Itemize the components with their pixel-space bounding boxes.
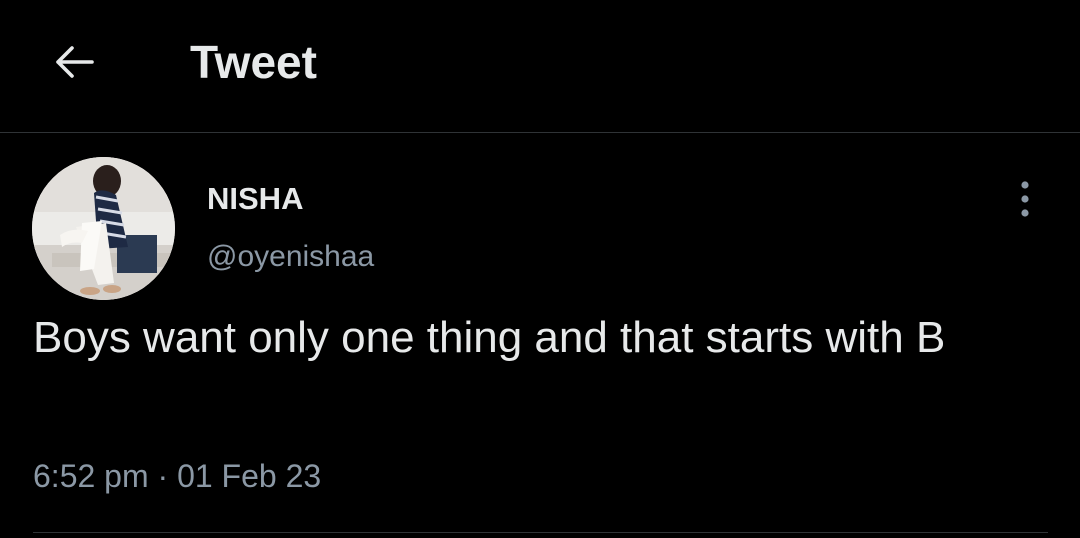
- divider: [33, 532, 1048, 533]
- tweet-time[interactable]: 6:52 pm: [33, 458, 149, 494]
- page-title: Tweet: [190, 36, 317, 88]
- tweet-text: Boys want only one thing and that starts…: [33, 313, 946, 362]
- top-bar: Tweet: [0, 0, 1080, 133]
- back-button[interactable]: [40, 36, 108, 88]
- author-name[interactable]: NISHA: [207, 180, 303, 218]
- arrow-left-icon: [56, 46, 94, 78]
- tweet-date[interactable]: 01 Feb 23: [177, 458, 321, 494]
- profile-photo: [32, 157, 175, 300]
- tweet-timestamp: 6:52 pm · 01 Feb 23: [33, 455, 321, 497]
- more-options-button[interactable]: [1010, 178, 1040, 220]
- avatar[interactable]: [32, 157, 175, 300]
- author-handle[interactable]: @oyenishaa: [207, 238, 374, 276]
- meta-separator: ·: [157, 458, 169, 494]
- more-vertical-icon: [1021, 181, 1029, 217]
